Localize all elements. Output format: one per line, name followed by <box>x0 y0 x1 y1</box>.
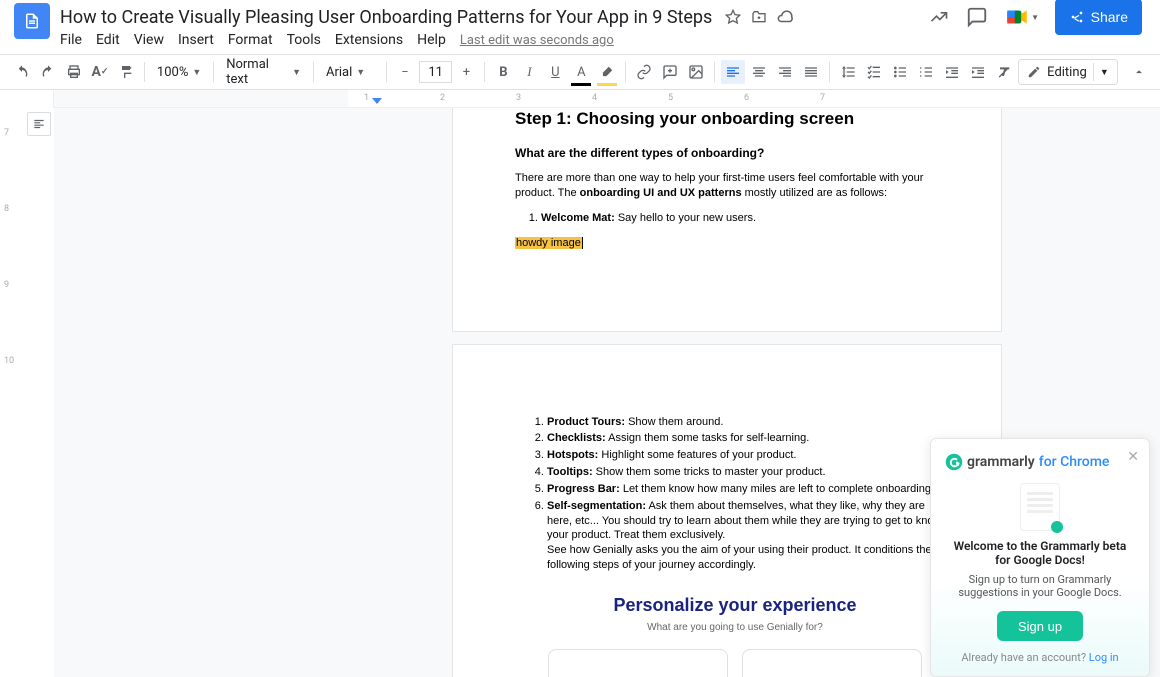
grammarly-brand: grammarly <box>967 454 1035 470</box>
underline-icon[interactable]: U <box>543 60 567 84</box>
editing-mode-label: Editing <box>1047 65 1087 80</box>
undo-icon[interactable] <box>10 60 34 84</box>
numbered-list-icon[interactable] <box>914 60 938 84</box>
spellcheck-icon[interactable]: A✓ <box>88 60 112 84</box>
page: Step 1: Choosing your onboarding screen … <box>453 108 1001 331</box>
docs-logo[interactable] <box>14 3 50 39</box>
align-left-icon[interactable] <box>721 60 745 84</box>
menu-help[interactable]: Help <box>411 30 452 50</box>
menu-extensions[interactable]: Extensions <box>329 30 409 50</box>
align-right-icon[interactable] <box>773 60 797 84</box>
star-icon[interactable] <box>724 8 742 26</box>
clear-formatting-icon[interactable] <box>992 60 1016 84</box>
highlight-color-icon[interactable] <box>595 60 619 84</box>
text-color-icon[interactable]: A <box>569 60 593 84</box>
outline-toggle-icon[interactable] <box>27 112 51 136</box>
menu-tools[interactable]: Tools <box>281 30 327 50</box>
menu-view[interactable]: View <box>128 30 170 50</box>
share-label: Share <box>1091 9 1128 25</box>
checklist-icon[interactable] <box>862 60 886 84</box>
increase-font-icon[interactable]: + <box>454 60 478 84</box>
list-item: Hotspots: Highlight some features of you… <box>547 448 949 463</box>
card-corporate: Corporate <box>742 649 922 677</box>
activity-icon[interactable] <box>927 5 951 29</box>
grammarly-title: Welcome to the Grammarly beta for Google… <box>945 539 1135 567</box>
close-icon[interactable]: ✕ <box>1127 449 1139 465</box>
insert-link-icon[interactable] <box>632 60 656 84</box>
italic-icon[interactable]: I <box>517 60 541 84</box>
line-spacing-icon[interactable] <box>836 60 860 84</box>
cloud-status-icon[interactable] <box>776 8 794 26</box>
font-size-input[interactable]: 11 <box>419 61 453 83</box>
zoom-select[interactable]: 100%▼ <box>151 60 207 84</box>
decrease-indent-icon[interactable] <box>940 60 964 84</box>
last-edit[interactable]: Last edit was seconds ago <box>460 33 614 48</box>
bulleted-list-icon[interactable] <box>888 60 912 84</box>
share-button[interactable]: Share <box>1055 0 1142 35</box>
hide-menus-icon[interactable] <box>1128 60 1150 84</box>
highlighted-text: howdy image <box>515 236 939 251</box>
list-item: Product Tours: Show them around. <box>547 415 949 430</box>
doc-title[interactable]: How to Create Visually Pleasing User Onb… <box>56 6 716 29</box>
document-icon <box>1020 483 1060 531</box>
embedded-title: Personalize your experience <box>521 593 949 617</box>
decrease-font-icon[interactable]: − <box>393 60 417 84</box>
grammarly-body: Sign up to turn on Grammarly suggestions… <box>945 573 1135 599</box>
editing-mode-button[interactable]: Editing ▼ <box>1018 59 1118 85</box>
bold-icon[interactable]: B <box>491 60 515 84</box>
heading-2: What are the different types of onboardi… <box>515 145 939 161</box>
align-justify-icon[interactable] <box>799 60 823 84</box>
align-center-icon[interactable] <box>747 60 771 84</box>
insert-image-icon[interactable] <box>684 60 708 84</box>
font-select[interactable]: Arial▼ <box>320 60 380 84</box>
print-icon[interactable] <box>62 60 86 84</box>
card-education: Education <box>548 649 728 677</box>
meet-button[interactable]: ▼ <box>1003 0 1041 36</box>
menu-edit[interactable]: Edit <box>90 30 126 50</box>
embedded-subtitle: What are you going to use Genially for? <box>521 621 949 635</box>
list-item: Tooltips: Show them some tricks to maste… <box>547 465 949 480</box>
signup-button[interactable]: Sign up <box>997 611 1083 641</box>
add-comment-icon[interactable] <box>658 60 682 84</box>
horizontal-ruler: 1234567 <box>0 90 1160 108</box>
paragraph: There are more than one way to help your… <box>515 171 939 201</box>
redo-icon[interactable] <box>36 60 60 84</box>
heading-1: Step 1: Choosing your onboarding screen <box>515 108 939 131</box>
comments-icon[interactable] <box>965 5 989 29</box>
paragraph-style-select[interactable]: Normal text▼ <box>220 60 307 84</box>
list-item: Checklists: Assign them some tasks for s… <box>547 431 949 446</box>
grammarly-footer: Already have an account? Log in <box>945 651 1135 664</box>
page: Product Tours: Show them around.Checklis… <box>453 345 1001 677</box>
menu-insert[interactable]: Insert <box>172 30 220 50</box>
menu-file[interactable]: File <box>54 30 88 50</box>
vertical-ruler: 78910 <box>0 108 24 677</box>
list-item: Welcome Mat: Say hello to your new users… <box>541 211 939 226</box>
list-item: Self-segmentation: Ask them about themse… <box>547 499 949 573</box>
increase-indent-icon[interactable] <box>966 60 990 84</box>
paint-format-icon[interactable] <box>114 60 138 84</box>
grammarly-brand-suffix: for Chrome <box>1039 454 1110 470</box>
toolbar: A✓ 100%▼ Normal text▼ Arial▼ − 11 + B I … <box>0 54 1160 90</box>
move-to-folder-icon[interactable] <box>750 8 768 26</box>
list-item: Progress Bar: Let them know how many mil… <box>547 482 949 497</box>
menu-format[interactable]: Format <box>222 30 279 50</box>
grammarly-popup: ✕ grammarly for Chrome Welcome to the Gr… <box>930 438 1150 677</box>
login-link[interactable]: Log in <box>1089 651 1119 664</box>
